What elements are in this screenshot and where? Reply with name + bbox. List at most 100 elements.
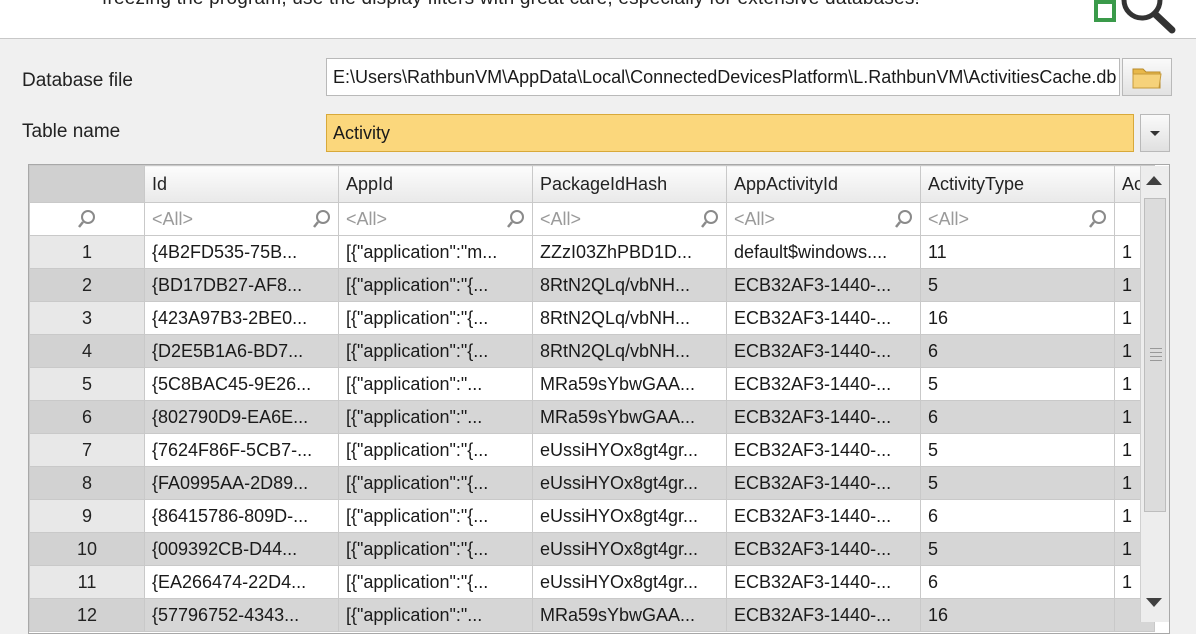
cell-appactivityid[interactable]: default$windows.... xyxy=(726,235,921,269)
table-row[interactable]: 2 {BD17DB27-AF8... [{"application":"{... 8R… xyxy=(29,268,1155,302)
cell-activitytype[interactable]: 6 xyxy=(920,499,1115,533)
cell-packageidhash[interactable]: eUssiHYOx8gt4gr... xyxy=(532,532,727,566)
cell-id[interactable]: {802790D9-EA6E... xyxy=(144,400,339,434)
cell-id[interactable]: {423A97B3-2BE0... xyxy=(144,301,339,335)
cell-packageidhash[interactable]: MRa59sYbwGAA... xyxy=(532,598,727,632)
cell-activitytype[interactable]: 6 xyxy=(920,334,1115,368)
cell-id[interactable]: {BD17DB27-AF8... xyxy=(144,268,339,302)
cell-appid[interactable]: [{"application":"... xyxy=(338,400,533,434)
cell-id[interactable]: {009392CB-D44... xyxy=(144,532,339,566)
cell-packageidhash[interactable]: eUssiHYOx8gt4gr... xyxy=(532,433,727,467)
table-row[interactable]: 11 {EA266474-22D4... [{"application":"{...… xyxy=(29,565,1155,599)
table-row[interactable]: 5 {5C8BAC45-9E26... [{"application":"... MR… xyxy=(29,367,1155,401)
cell-id[interactable]: {57796752-4343... xyxy=(144,598,339,632)
cell-appactivityid[interactable]: ECB32AF3-1440-... xyxy=(726,433,921,467)
cell-packageidhash[interactable]: 8RtN2QLq/vbNH... xyxy=(532,334,727,368)
column-header-packageidhash[interactable]: PackageIdHash xyxy=(532,165,727,203)
row-number[interactable]: 2 xyxy=(29,268,145,302)
table-row[interactable]: 1 {4B2FD535-75B... [{"application":"m... ZZ… xyxy=(29,235,1155,269)
cell-appactivityid[interactable]: ECB32AF3-1440-... xyxy=(726,301,921,335)
cell-id[interactable]: {86415786-809D-... xyxy=(144,499,339,533)
row-number[interactable]: 7 xyxy=(29,433,145,467)
row-number[interactable]: 8 xyxy=(29,466,145,500)
table-row[interactable]: 12 {57796752-4343... [{"application":"... M… xyxy=(29,598,1155,632)
row-filter-cell[interactable] xyxy=(29,202,145,236)
cell-id[interactable]: {FA0995AA-2D89... xyxy=(144,466,339,500)
cell-packageidhash[interactable]: eUssiHYOx8gt4gr... xyxy=(532,499,727,533)
filter-packageidhash[interactable]: <All> xyxy=(532,202,727,236)
row-number[interactable]: 1 xyxy=(29,235,145,269)
scroll-up-arrow-icon[interactable] xyxy=(1146,176,1162,185)
table-row[interactable]: 3 {423A97B3-2BE0... [{"application":"{... 8… xyxy=(29,301,1155,335)
cell-appid[interactable]: [{"application":"{... xyxy=(338,433,533,467)
cell-activitytype[interactable]: 5 xyxy=(920,532,1115,566)
table-dropdown-button[interactable] xyxy=(1140,114,1170,152)
table-row[interactable]: 7 {7624F86F-5CB7-... [{"application":"{...… xyxy=(29,433,1155,467)
filter-appactivityid[interactable]: <All> xyxy=(726,202,921,236)
data-grid[interactable]: Id AppId PackageIdHash AppActivityId Act… xyxy=(28,164,1170,634)
cell-appactivityid[interactable]: ECB32AF3-1440-... xyxy=(726,466,921,500)
cell-appid[interactable]: [{"application":"... xyxy=(338,598,533,632)
cell-appid[interactable]: [{"application":"{... xyxy=(338,499,533,533)
column-header-activitytype[interactable]: ActivityType xyxy=(920,165,1115,203)
row-number[interactable]: 12 xyxy=(29,598,145,632)
column-header-id[interactable]: Id xyxy=(144,165,339,203)
cell-appid[interactable]: [{"application":"{... xyxy=(338,268,533,302)
cell-activitytype[interactable]: 16 xyxy=(920,301,1115,335)
cell-id[interactable]: {4B2FD535-75B... xyxy=(144,235,339,269)
filter-activitytype[interactable]: <All> xyxy=(920,202,1115,236)
row-number[interactable]: 3 xyxy=(29,301,145,335)
cell-activitytype[interactable]: 6 xyxy=(920,565,1115,599)
row-number[interactable]: 6 xyxy=(29,400,145,434)
cell-appid[interactable]: [{"application":"{... xyxy=(338,334,533,368)
cell-packageidhash[interactable]: MRa59sYbwGAA... xyxy=(532,400,727,434)
cell-appactivityid[interactable]: ECB32AF3-1440-... xyxy=(726,598,921,632)
column-header-appactivityid[interactable]: AppActivityId xyxy=(726,165,921,203)
cell-appactivityid[interactable]: ECB32AF3-1440-... xyxy=(726,499,921,533)
cell-packageidhash[interactable]: ZZzI03ZhPBD1D... xyxy=(532,235,727,269)
filter-appid[interactable]: <All> xyxy=(338,202,533,236)
cell-activitytype[interactable]: 5 xyxy=(920,466,1115,500)
cell-id[interactable]: {5C8BAC45-9E26... xyxy=(144,367,339,401)
grid-corner[interactable] xyxy=(29,165,145,203)
cell-appid[interactable]: [{"application":"m... xyxy=(338,235,533,269)
browse-folder-button[interactable] xyxy=(1122,58,1172,96)
cell-appid[interactable]: [{"application":"{... xyxy=(338,565,533,599)
table-row[interactable]: 9 {86415786-809D-... [{"application":"{...… xyxy=(29,499,1155,533)
cell-appactivityid[interactable]: ECB32AF3-1440-... xyxy=(726,532,921,566)
scroll-down-arrow-icon[interactable] xyxy=(1146,598,1162,607)
cell-packageidhash[interactable]: 8RtN2QLq/vbNH... xyxy=(532,301,727,335)
cell-appactivityid[interactable]: ECB32AF3-1440-... xyxy=(726,565,921,599)
cell-id[interactable]: {7624F86F-5CB7-... xyxy=(144,433,339,467)
cell-activitytype[interactable]: 11 xyxy=(920,235,1115,269)
cell-packageidhash[interactable]: 8RtN2QLq/vbNH... xyxy=(532,268,727,302)
column-header-appid[interactable]: AppId xyxy=(338,165,533,203)
cell-appid[interactable]: [{"application":"{... xyxy=(338,532,533,566)
cell-id[interactable]: {EA266474-22D4... xyxy=(144,565,339,599)
cell-appactivityid[interactable]: ECB32AF3-1440-... xyxy=(726,268,921,302)
cell-activitytype[interactable]: 5 xyxy=(920,268,1115,302)
cell-packageidhash[interactable]: eUssiHYOx8gt4gr... xyxy=(532,466,727,500)
row-number[interactable]: 4 xyxy=(29,334,145,368)
row-number[interactable]: 5 xyxy=(29,367,145,401)
database-file-field[interactable]: E:\Users\RathbunVM\AppData\Local\Connect… xyxy=(326,58,1120,96)
table-row[interactable]: 10 {009392CB-D44... [{"application":"{... e… xyxy=(29,532,1155,566)
cell-appactivityid[interactable]: ECB32AF3-1440-... xyxy=(726,400,921,434)
cell-id[interactable]: {D2E5B1A6-BD7... xyxy=(144,334,339,368)
table-name-select[interactable]: Activity xyxy=(326,114,1134,152)
cell-activitytype[interactable]: 5 xyxy=(920,367,1115,401)
cell-appactivityid[interactable]: ECB32AF3-1440-... xyxy=(726,367,921,401)
cell-appid[interactable]: [{"application":"{... xyxy=(338,466,533,500)
row-number[interactable]: 11 xyxy=(29,565,145,599)
cell-activitytype[interactable]: 5 xyxy=(920,433,1115,467)
cell-packageidhash[interactable]: MRa59sYbwGAA... xyxy=(532,367,727,401)
row-number[interactable]: 10 xyxy=(29,532,145,566)
table-row[interactable]: 4 {D2E5B1A6-BD7... [{"application":"{... 8R… xyxy=(29,334,1155,368)
cell-appid[interactable]: [{"application":"{... xyxy=(338,301,533,335)
row-number[interactable]: 9 xyxy=(29,499,145,533)
filter-id[interactable]: <All> xyxy=(144,202,339,236)
cell-activitytype[interactable]: 16 xyxy=(920,598,1115,632)
table-row[interactable]: 8 {FA0995AA-2D89... [{"application":"{... e… xyxy=(29,466,1155,500)
cell-appactivityid[interactable]: ECB32AF3-1440-... xyxy=(726,334,921,368)
cell-packageidhash[interactable]: eUssiHYOx8gt4gr... xyxy=(532,565,727,599)
